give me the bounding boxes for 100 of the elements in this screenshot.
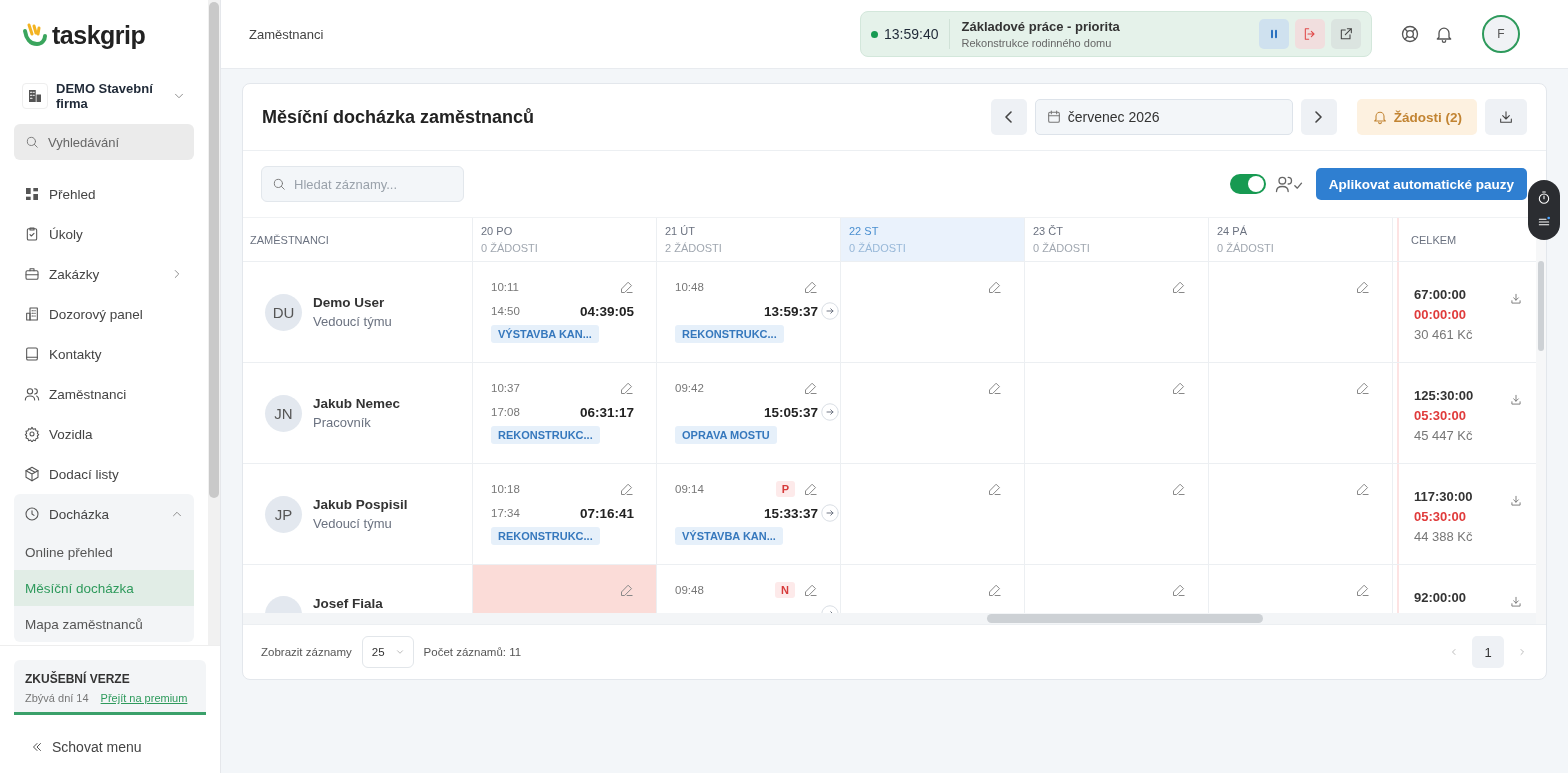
scrollbar-thumb[interactable] (209, 2, 219, 498)
edit-icon[interactable] (803, 279, 818, 295)
user-avatar[interactable]: F (1482, 15, 1520, 53)
project-tag: VÝSTAVBA KAN... (491, 325, 599, 343)
project-tag: VÝSTAVBA KAN... (675, 527, 783, 545)
page-button[interactable]: 1 (1472, 636, 1504, 668)
menu-item[interactable]: Zaměstnanci (14, 374, 194, 414)
total-pay: 30 461 Kč (1414, 327, 1473, 342)
worked-duration: 15:05:37 (763, 404, 818, 420)
clipboard-check-icon (24, 226, 40, 242)
page-title: Měsíční docházka zaměstnanců (262, 106, 536, 128)
previous-month-button[interactable] (990, 99, 1027, 135)
download-icon[interactable] (1509, 494, 1523, 508)
menu-item[interactable]: Kontakty (14, 334, 194, 374)
menu-item[interactable]: Zakázky (14, 254, 194, 294)
edit-icon[interactable] (619, 481, 634, 497)
edit-icon[interactable] (1355, 582, 1370, 598)
day-cell[interactable]: 09:14 P 15:33:37 VÝSTAVBA KAN... (657, 464, 841, 564)
menu-item[interactable]: Docházka (14, 494, 194, 534)
box-icon (24, 466, 40, 482)
project-tag: OPRAVA MOSTU (675, 426, 777, 444)
search-field[interactable]: Vyhledávání (14, 124, 194, 160)
month-picker[interactable]: červenec 2026 (1034, 99, 1293, 135)
download-icon[interactable] (1509, 292, 1523, 306)
employee-role: Vedoucí týmu (313, 314, 392, 329)
edit-icon[interactable] (987, 582, 1002, 598)
employee-name: Jakub Pospisil (313, 497, 408, 512)
employee-role: Pracovník (313, 415, 372, 430)
day-cell[interactable]: 10:37 17:08 06:31:17 REKONSTRUKC... (473, 363, 657, 463)
column-header: ZAMĚSTNANCI (243, 218, 473, 261)
edit-icon[interactable] (619, 279, 634, 295)
edit-icon[interactable] (1355, 279, 1370, 295)
overtime-hours: 00:00:00 (1414, 307, 1468, 322)
day-cell[interactable]: 10:18 17:34 07:16:41 REKONSTRUKC... (473, 464, 657, 564)
day-cell[interactable]: 09:42 15:05:37 OPRAVA MOSTU (657, 363, 841, 463)
breadcrumb[interactable]: Zaměstnanci (249, 26, 846, 42)
check-in-time: 10:48 (675, 281, 704, 293)
open-external-button[interactable] (1331, 19, 1361, 49)
check-out-time: 17:08 (491, 406, 520, 418)
edit-icon[interactable] (1171, 481, 1186, 497)
chevron-down-icon (394, 647, 405, 657)
download-icon[interactable] (1509, 595, 1523, 609)
project-tag: REKONSTRUKC... (675, 325, 784, 343)
exit-button[interactable] (1295, 19, 1325, 49)
toggle-switch[interactable] (1229, 174, 1266, 194)
total-hours: 125:30:00 (1414, 388, 1474, 403)
worked-duration: 15:33:37 (763, 505, 818, 521)
check-in-time: 10:11 (491, 281, 519, 293)
arrow-right-icon[interactable] (821, 403, 839, 421)
arrow-right-icon[interactable] (821, 504, 839, 522)
status-dot (871, 30, 878, 38)
trial-title: ZKUŠEBNÍ VERZE (25, 672, 131, 686)
edit-icon[interactable] (803, 380, 818, 396)
project-tag: REKONSTRUKC... (491, 527, 600, 545)
menu-item[interactable]: Přehled (14, 174, 194, 214)
edit-icon[interactable] (1355, 481, 1370, 497)
download-icon[interactable] (1509, 393, 1523, 407)
company-selector[interactable]: DEMO Stavební firma (14, 70, 194, 122)
timer-time: 13:59:40 (884, 19, 950, 49)
help-icon[interactable] (1400, 24, 1420, 44)
vertical-scrollbar-thumb[interactable] (1538, 261, 1544, 351)
chevron-right-icon (1315, 111, 1323, 123)
menu-item[interactable]: Dodací listy (14, 454, 194, 494)
edit-icon[interactable] (987, 279, 1002, 295)
edit-icon[interactable] (987, 481, 1002, 497)
records-search-field[interactable]: Hledat záznamy... (261, 166, 464, 202)
gear-icon (24, 426, 40, 442)
edit-icon[interactable] (1355, 380, 1370, 396)
edit-icon[interactable] (803, 481, 818, 497)
submenu-item[interactable]: Online přehled (14, 534, 194, 570)
total-hours: 67:00:00 (1414, 287, 1468, 302)
edit-icon[interactable] (1171, 279, 1186, 295)
edit-icon[interactable] (1171, 380, 1186, 396)
edit-icon[interactable] (987, 380, 1002, 396)
menu-item[interactable]: Úkoly (14, 214, 194, 254)
submenu-item[interactable]: Mapa zaměstnanců (14, 606, 194, 642)
day-column-header: 23 ČT 0 ŽÁDOSTI (1025, 218, 1209, 261)
edit-icon[interactable] (1171, 582, 1186, 598)
employee-name: Demo User (313, 295, 386, 310)
collapse-menu-button[interactable]: Schovat menu (14, 739, 206, 755)
edit-icon[interactable] (803, 582, 818, 598)
horizontal-scrollbar-thumb[interactable] (987, 614, 1263, 623)
download-button[interactable] (1485, 99, 1527, 135)
per-page-select[interactable]: 25 (361, 636, 414, 668)
avatar: DU (265, 293, 302, 331)
next-month-button[interactable] (1300, 99, 1337, 135)
edit-icon[interactable] (619, 380, 634, 396)
menu-item[interactable]: Dozorový panel (14, 294, 194, 334)
employee-name: Josef Fiala (313, 596, 383, 611)
stopwatch-icon[interactable] (1536, 190, 1552, 206)
apply-pauses-button[interactable]: Aplikovat automatické pauzy (1315, 168, 1527, 200)
day-cell[interactable]: 10:48 13:59:37 REKONSTRUKC... (657, 262, 841, 362)
day-cell[interactable]: 10:11 14:50 04:39:05 VÝSTAVBA KAN... (473, 262, 657, 362)
briefcase-icon (24, 266, 40, 282)
day-column-header: 22 ST 0 ŽÁDOSTI (841, 218, 1025, 261)
menu-item[interactable]: Vozidla (14, 414, 194, 454)
arrow-right-icon[interactable] (821, 302, 839, 320)
pause-button[interactable] (1259, 19, 1289, 49)
employee-name: Jakub Nemec (313, 396, 401, 411)
edit-icon[interactable] (619, 582, 634, 598)
